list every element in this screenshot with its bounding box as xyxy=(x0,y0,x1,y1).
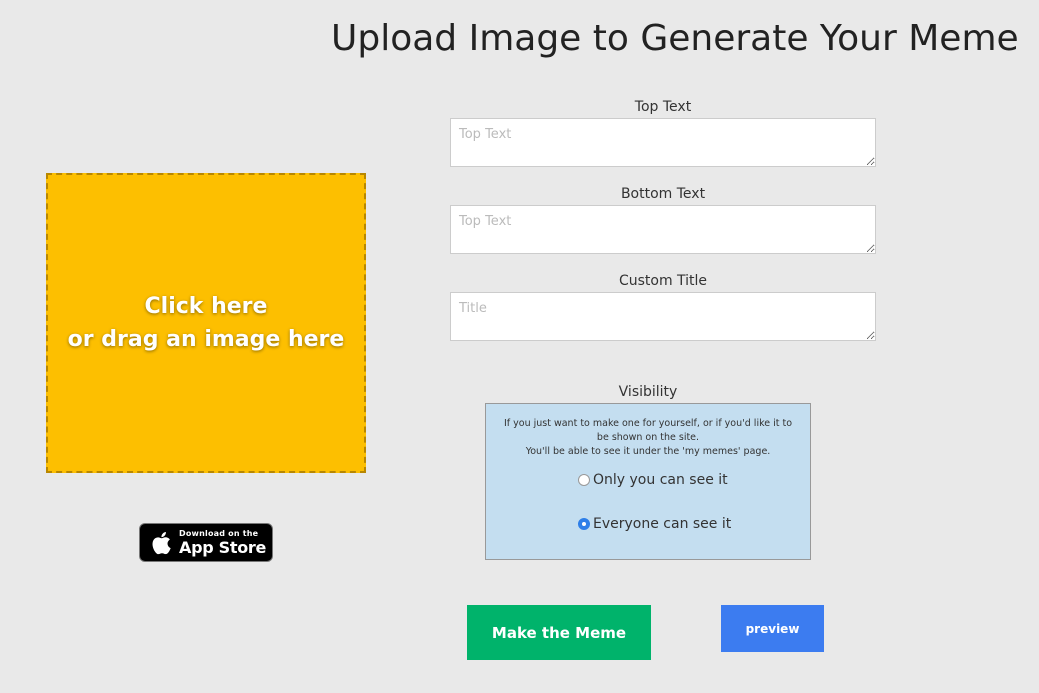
app-store-large-text: App Store xyxy=(179,537,267,557)
custom-title-input[interactable] xyxy=(450,292,876,341)
app-store-text: Download on the App Store xyxy=(179,528,267,557)
dropzone-line-1: Click here xyxy=(144,294,268,319)
preview-button[interactable]: preview xyxy=(721,605,824,652)
radio-private[interactable] xyxy=(578,474,590,486)
visibility-option-public[interactable]: Everyone can see it xyxy=(578,516,731,532)
top-text-label: Top Text xyxy=(634,99,692,115)
dropzone-label: Click here or drag an image here xyxy=(68,290,345,356)
visibility-description-line-2: You'll be able to see it under the 'my m… xyxy=(525,446,771,457)
dropzone-line-2: or drag an image here xyxy=(67,327,345,352)
app-store-badge[interactable]: Download on the App Store xyxy=(139,523,273,562)
visibility-description-line-1: If you just want to make one for yoursel… xyxy=(503,418,793,443)
radio-public[interactable] xyxy=(578,518,590,530)
visibility-option-private-label: Only you can see it xyxy=(593,472,728,488)
bottom-text-label: Bottom Text xyxy=(620,186,706,202)
bottom-text-input[interactable] xyxy=(450,205,876,254)
make-meme-button[interactable]: Make the Meme xyxy=(467,605,651,660)
visibility-option-public-label: Everyone can see it xyxy=(593,516,732,532)
custom-title-label: Custom Title xyxy=(618,273,708,289)
visibility-panel: If you just want to make one for yoursel… xyxy=(485,403,811,560)
visibility-description: If you just want to make one for yoursel… xyxy=(486,417,810,459)
page: Upload Image to Generate Your Meme Click… xyxy=(0,0,1039,693)
visibility-label: Visibility xyxy=(618,384,678,400)
top-text-input[interactable] xyxy=(450,118,876,167)
app-store-small-text: Download on the xyxy=(179,528,259,538)
page-title: Upload Image to Generate Your Meme xyxy=(331,18,1019,59)
apple-icon xyxy=(152,531,171,554)
visibility-option-private[interactable]: Only you can see it xyxy=(578,472,728,488)
image-upload-dropzone[interactable]: Click here or drag an image here xyxy=(46,173,366,473)
